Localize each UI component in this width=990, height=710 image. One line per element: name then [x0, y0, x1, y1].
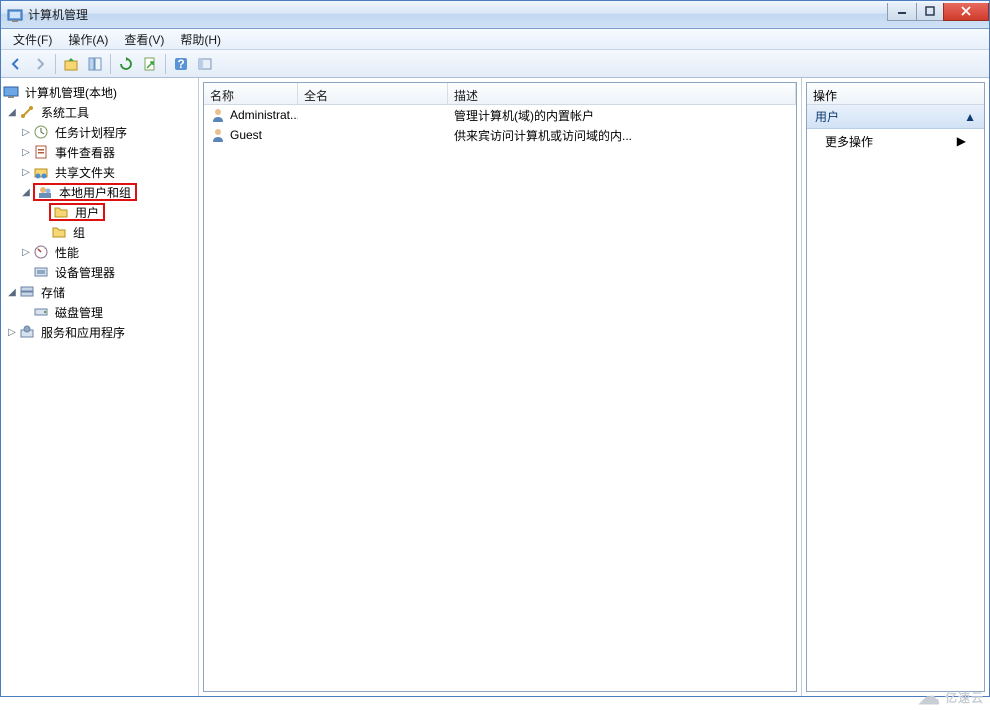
actions-more[interactable]: 更多操作 ▶ [807, 129, 984, 153]
tree-services-apps[interactable]: ▷ 服务和应用程序 [1, 322, 198, 342]
list-row[interactable]: Administrat... 管理计算机(域)的内置帐户 [204, 105, 796, 125]
performance-icon [33, 244, 49, 260]
expand-icon[interactable]: ▷ [19, 147, 33, 158]
services-icon [19, 324, 35, 340]
minimize-button[interactable] [887, 3, 917, 21]
submenu-arrow-icon: ▶ [957, 134, 966, 148]
toolbar-separator [110, 54, 111, 74]
storage-icon [19, 284, 35, 300]
actions-pane: 操作 用户 ▲ 更多操作 ▶ [806, 82, 985, 692]
menu-view[interactable]: 查看(V) [116, 29, 172, 50]
collapse-up-icon: ▲ [964, 110, 976, 124]
title-bar: 计算机管理 [1, 1, 989, 29]
col-description[interactable]: 描述 [448, 83, 796, 104]
list-body[interactable]: Administrat... 管理计算机(域)的内置帐户 Guest 供来宾访问… [204, 105, 796, 691]
list-pane-container: 名称 全名 描述 Administrat... 管理计算机(域)的内置帐户 [199, 78, 802, 696]
cell-name: Administrat... [230, 108, 298, 122]
up-button[interactable] [60, 53, 82, 75]
clock-icon [33, 124, 49, 140]
toolbar: ? [1, 50, 989, 78]
actions-pane-container: 操作 用户 ▲ 更多操作 ▶ [802, 78, 989, 696]
help-button[interactable]: ? [170, 53, 192, 75]
tree-performance[interactable]: ▷ 性能 [1, 242, 198, 262]
user-icon [210, 107, 226, 123]
cell-name: Guest [230, 128, 262, 142]
menu-help[interactable]: 帮助(H) [172, 29, 229, 50]
tree-event-viewer[interactable]: ▷ 事件查看器 [1, 142, 198, 162]
folder-icon [53, 204, 69, 220]
list-row[interactable]: Guest 供来宾访问计算机或访问域的内... [204, 125, 796, 145]
folder-icon [51, 224, 67, 240]
event-icon [33, 144, 49, 160]
tree-users[interactable]: 用户 [1, 202, 198, 222]
tree-pane[interactable]: 计算机管理(本地) ◢ 系统工具 ▷ 任务计划程序 ▷ 事件查看器 [1, 78, 199, 696]
actions-section[interactable]: 用户 ▲ [807, 105, 984, 129]
menu-bar: 文件(F) 操作(A) 查看(V) 帮助(H) [1, 29, 989, 50]
tree-groups[interactable]: 组 [1, 222, 198, 242]
list-pane: 名称 全名 描述 Administrat... 管理计算机(域)的内置帐户 [203, 82, 797, 692]
tree-shared-folders[interactable]: ▷ 共享文件夹 [1, 162, 198, 182]
cell-description: 管理计算机(域)的内置帐户 [448, 107, 796, 124]
watermark: ☁ 亿速云 [918, 684, 984, 710]
tree-disk-management[interactable]: 磁盘管理 [1, 302, 198, 322]
maximize-button[interactable] [916, 3, 944, 21]
cell-description: 供来宾访问计算机或访问域的内... [448, 127, 796, 144]
window-title: 计算机管理 [28, 6, 887, 23]
device-icon [33, 264, 49, 280]
export-button[interactable] [139, 53, 161, 75]
list-header: 名称 全名 描述 [204, 83, 796, 105]
tree-device-manager[interactable]: 设备管理器 [1, 262, 198, 282]
collapse-icon[interactable]: ◢ [5, 287, 19, 298]
app-icon [7, 7, 23, 23]
cloud-icon: ☁ [918, 684, 941, 710]
user-icon [210, 127, 226, 143]
collapse-icon[interactable]: ◢ [19, 187, 33, 198]
tree-root[interactable]: 计算机管理(本地) [1, 82, 198, 102]
expand-icon[interactable]: ▷ [5, 327, 19, 338]
expand-icon[interactable]: ▷ [19, 247, 33, 258]
app-window: 计算机管理 文件(F) 操作(A) 查看(V) 帮助(H) ? [0, 0, 990, 697]
menu-file[interactable]: 文件(F) [5, 29, 60, 50]
close-button[interactable] [943, 3, 989, 21]
users-groups-icon [37, 184, 53, 200]
shared-folder-icon [33, 164, 49, 180]
back-button[interactable] [5, 53, 27, 75]
col-name[interactable]: 名称 [204, 83, 298, 104]
tree-local-users-groups[interactable]: ◢ 本地用户和组 [1, 182, 198, 202]
svg-text:?: ? [177, 57, 184, 71]
tree-storage[interactable]: ◢ 存储 [1, 282, 198, 302]
col-fullname[interactable]: 全名 [298, 83, 448, 104]
tree-system-tools[interactable]: ◢ 系统工具 [1, 102, 198, 122]
toolbar-separator [165, 54, 166, 74]
collapse-icon[interactable]: ◢ [5, 107, 19, 118]
expand-icon[interactable]: ▷ [19, 167, 33, 178]
show-hide-button[interactable] [194, 53, 216, 75]
disk-icon [33, 304, 49, 320]
menu-action[interactable]: 操作(A) [60, 29, 116, 50]
main-body: 计算机管理(本地) ◢ 系统工具 ▷ 任务计划程序 ▷ 事件查看器 [1, 78, 989, 696]
toolbar-separator [55, 54, 56, 74]
expand-icon[interactable]: ▷ [19, 127, 33, 138]
computer-mgmt-icon [3, 84, 19, 100]
tools-icon [19, 104, 35, 120]
actions-title: 操作 [807, 83, 984, 105]
tree-task-scheduler[interactable]: ▷ 任务计划程序 [1, 122, 198, 142]
forward-button[interactable] [29, 53, 51, 75]
properties-button[interactable] [84, 53, 106, 75]
refresh-button[interactable] [115, 53, 137, 75]
